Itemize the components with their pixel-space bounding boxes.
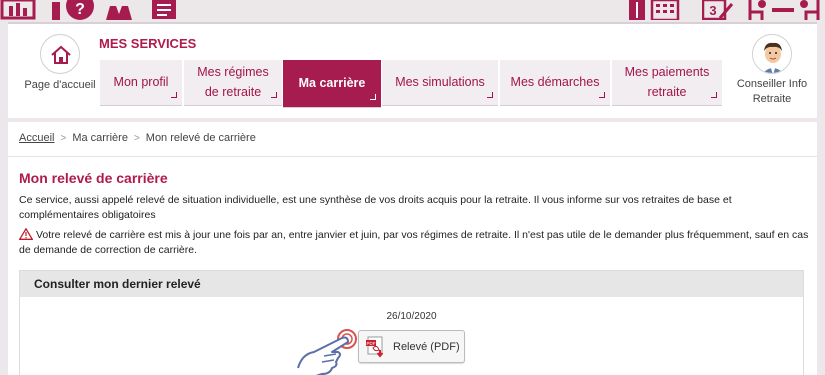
form-icon: 3 [702, 0, 734, 20]
chevron-right-icon: > [133, 132, 140, 144]
pdf-button-label: Relevé (PDF) [393, 340, 460, 353]
warning-icon [19, 228, 33, 240]
corner-arrow-icon [487, 92, 493, 98]
calendar-icon [650, 0, 680, 20]
home-button[interactable] [40, 34, 80, 74]
advisor-link[interactable]: Conseiller Info Retraite [730, 34, 814, 107]
tab-label: Mes paiements [624, 65, 710, 80]
page-title: Mon relevé de carrière [19, 170, 168, 186]
home-link[interactable]: Page d'accueil [18, 34, 102, 91]
services-title: MES SERVICES [99, 36, 197, 51]
advisor-label-line2: Retraite [752, 92, 792, 105]
people-icon [106, 6, 132, 20]
breadcrumb: Accueil > Ma carrière > Mon relevé de ca… [19, 132, 256, 144]
svg-text:3: 3 [709, 3, 716, 18]
chart-icon [0, 0, 36, 20]
tab-label: Ma carrière [298, 75, 366, 90]
breadcrumb-current: Mon relevé de carrière [145, 132, 256, 144]
advisor-label: Conseiller Info Retraite [730, 77, 814, 107]
tab-mes-paiements[interactable]: Mes paiements retraite [612, 60, 722, 106]
help-icon: ? [52, 0, 94, 20]
main-content: Accueil > Ma carrière > Mon relevé de ca… [8, 122, 817, 375]
statement-date: 26/10/2020 [386, 311, 437, 322]
advisor-label-line1: Conseiller Info [736, 78, 808, 90]
svg-text:PDF: PDF [367, 341, 376, 346]
breadcrumb-section: Ma carrière [72, 132, 128, 144]
agent-icon [629, 0, 645, 20]
corner-arrow-icon [599, 92, 605, 98]
chevron-right-icon: > [60, 132, 67, 144]
tab-label: Mes simulations [395, 74, 485, 89]
advisor-avatar [753, 35, 791, 73]
tab-label: Mes démarches [510, 74, 600, 89]
tab-ma-carriere[interactable]: Ma carrière [283, 60, 381, 108]
corner-arrow-icon [271, 92, 277, 98]
intro-text: Ce service, aussi appelé relevé de situa… [19, 194, 732, 221]
pdf-icon: PDF [366, 336, 384, 358]
tab-mon-profil[interactable]: Mon profil [100, 60, 182, 106]
meeting-icon [748, 0, 820, 20]
corner-arrow-icon [711, 92, 717, 98]
tab-label-line2: de retraite [204, 84, 262, 99]
tab-mes-simulations[interactable]: Mes simulations [382, 60, 498, 106]
divider [8, 156, 817, 157]
tab-mes-regimes[interactable]: Mes régimes de retraite [184, 60, 282, 106]
tab-label: Mes régimes [197, 65, 269, 80]
advisor-avatar[interactable] [752, 34, 792, 74]
warning-message: Votre relevé de carrière est mis à jour … [19, 229, 809, 256]
hand-cursor-icon [297, 329, 357, 375]
tab-label: Mon profil [113, 74, 169, 89]
panel-title: Consulter mon dernier relevé [20, 271, 803, 297]
corner-arrow-icon [370, 94, 376, 100]
tab-mes-demarches[interactable]: Mes démarches [500, 60, 610, 106]
download-pdf-button[interactable]: PDF Relevé (PDF) [358, 330, 465, 363]
tab-label-line2: retraite [647, 84, 687, 99]
warning-text: Votre relevé de carrière est mis à jour … [19, 228, 809, 258]
corner-arrow-icon [171, 92, 177, 98]
svg-text:?: ? [75, 1, 85, 18]
latest-statement-panel: Consulter mon dernier relevé 26/10/2020 … [19, 270, 804, 375]
home-label: Page d'accueil [24, 79, 96, 91]
home-icon [51, 45, 71, 64]
breadcrumb-home-link[interactable]: Accueil [19, 132, 54, 144]
document-icon [152, 0, 176, 19]
top-icon-strip: ? 3 [0, 0, 825, 22]
site-header: Page d'accueil MES SERVICES Mon profil M… [8, 22, 817, 118]
